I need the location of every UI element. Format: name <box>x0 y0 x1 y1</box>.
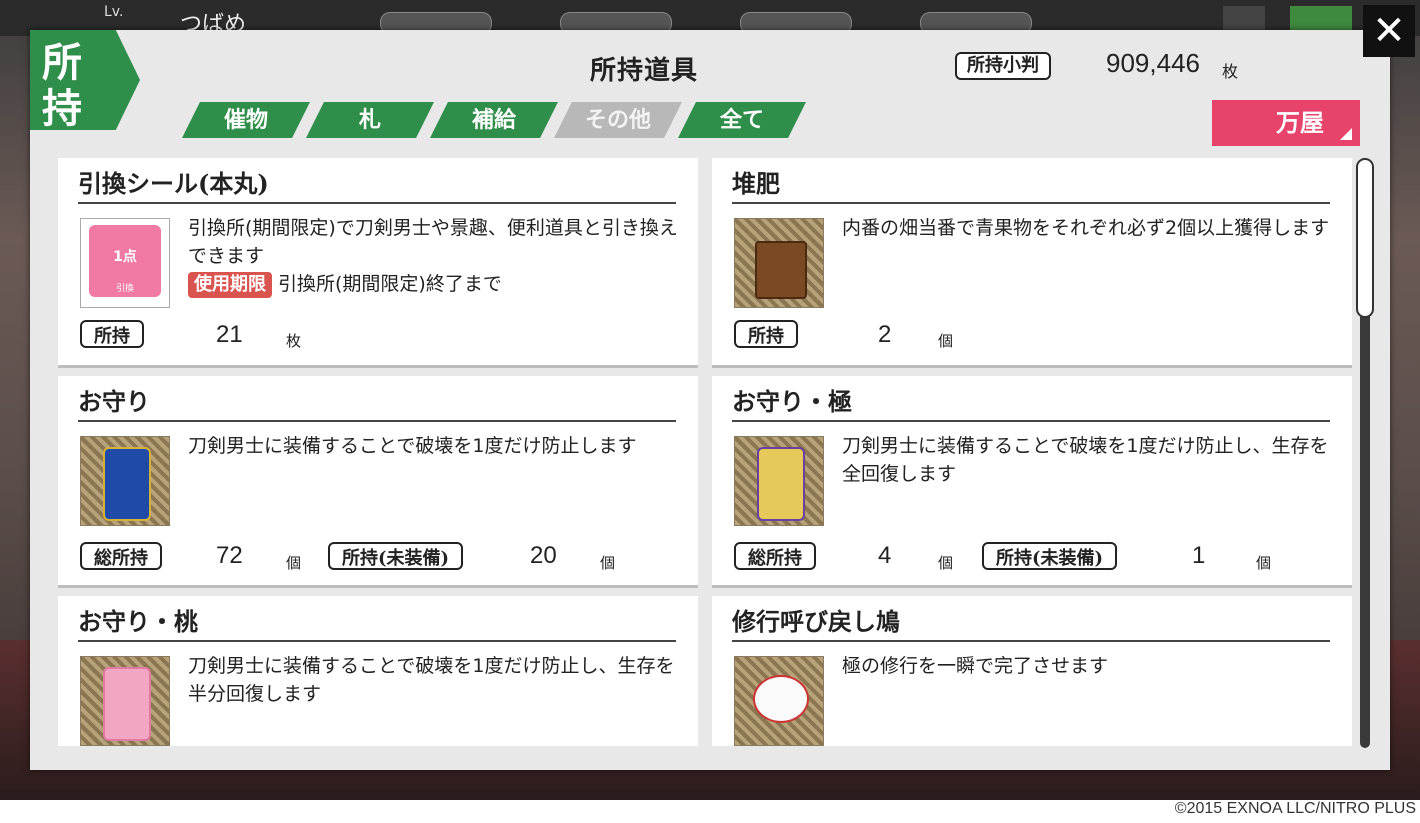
tab-events[interactable]: 催物 <box>182 102 310 138</box>
divider <box>78 420 676 422</box>
tab-fuda[interactable]: 札 <box>306 102 434 138</box>
expiry-tag: 使用期限 <box>188 272 272 298</box>
sticker-subtext: 引換 <box>115 284 134 294</box>
unequipped-label: 所持(未装備) <box>328 542 464 570</box>
owned-label: 所持 <box>734 320 798 348</box>
shop-button-label: 万屋 <box>1276 108 1324 137</box>
owned-count: 21 <box>216 321 243 348</box>
total-owned-unit: 個 <box>286 554 302 572</box>
item-description: 引換所(期間限定)で刀剣男士や景趣、便利道具と引き換えできます <box>188 217 678 267</box>
owned-items-dialog: 所 持 所持道具 所持小判 909,446 枚 催物 札 補給 その他 全て 万… <box>30 30 1390 770</box>
item-description: 極の修行を一瞬で完了させます <box>842 655 1109 677</box>
item-card[interactable]: お守り・桃 刀剣男士に装備することで破壊を1度だけ防止し、生存を半分回復します <box>58 596 698 746</box>
tab-supplies[interactable]: 補給 <box>430 102 558 138</box>
unequipped-count: 20 <box>530 542 557 569</box>
close-button[interactable]: ✕ <box>1363 5 1415 57</box>
item-name: 堆肥 <box>732 169 780 198</box>
corner-fold-icon <box>1340 128 1352 140</box>
item-description: 内番の畑当番で青果物をそれぞれ必ず2個以上獲得します <box>842 217 1330 239</box>
item-description: 刀剣男士に装備することで破壊を1度だけ防止します <box>188 435 637 457</box>
sticker-text: 1点 <box>113 249 137 265</box>
item-description: 刀剣男士に装備することで破壊を1度だけ防止し、生存を半分回復します <box>188 655 675 705</box>
item-card[interactable]: 引換シール(本丸) 1点 引換 引換所(期間限定)で刀剣男士や景趣、便利道具と引… <box>58 158 698 368</box>
item-card[interactable]: お守り 刀剣男士に装備することで破壊を1度だけ防止します 総所持 72 個 所持… <box>58 376 698 588</box>
owned-unit: 枚 <box>286 332 302 350</box>
omamori-blue-icon <box>80 436 170 526</box>
total-owned-label: 総所持 <box>80 542 162 570</box>
item-list[interactable]: 引換シール(本丸) 1点 引換 引換所(期間限定)で刀剣男士や景趣、便利道具と引… <box>58 158 1354 746</box>
tab-all[interactable]: 全て <box>678 102 806 138</box>
dialog-title: 所持道具 <box>590 56 699 86</box>
item-description: 刀剣男士に装備することで破壊を1度だけ防止し、生存を全回復します <box>842 435 1329 485</box>
recall-pigeon-icon <box>734 656 824 746</box>
item-name: お守り・桃 <box>78 607 198 636</box>
total-owned-count: 72 <box>216 542 243 569</box>
owned-label: 所持 <box>80 320 144 348</box>
pigeon-body <box>753 675 809 723</box>
omamori-body <box>757 447 805 521</box>
tab-other[interactable]: その他 <box>554 102 682 138</box>
unequipped-label: 所持(未装備) <box>982 542 1118 570</box>
copyright-text: ©2015 EXNOA LLC/NITRO PLUS <box>1174 800 1416 817</box>
expiry-text: 引換所(期間限定)終了まで <box>278 273 502 295</box>
unequipped-unit: 個 <box>600 554 616 572</box>
omamori-body <box>103 667 151 741</box>
owned-unit: 個 <box>938 332 954 350</box>
owned-count: 2 <box>878 321 892 348</box>
omamori-gold-icon <box>734 436 824 526</box>
bucket-shape <box>755 241 807 299</box>
item-name: 引換シール(本丸) <box>78 169 269 198</box>
exchange-sticker-icon: 1点 引換 <box>80 218 170 308</box>
divider <box>732 202 1330 204</box>
item-name: お守り <box>78 387 150 416</box>
scrollbar-thumb[interactable] <box>1356 158 1374 318</box>
item-card[interactable]: 堆肥 内番の畑当番で青果物をそれぞれ必ず2個以上獲得します 所持 2 個 <box>712 158 1352 368</box>
item-name: 修行呼び戻し鳩 <box>732 607 900 636</box>
divider <box>732 420 1330 422</box>
divider <box>78 640 676 642</box>
item-card[interactable]: お守り・極 刀剣男士に装備することで破壊を1度だけ防止し、生存を全回復します 総… <box>712 376 1352 588</box>
total-owned-unit: 個 <box>938 554 954 572</box>
compost-bucket-icon <box>734 218 824 308</box>
expiry-row: 使用期限 引換所(期間限定)終了まで <box>188 270 688 298</box>
close-icon: ✕ <box>1372 8 1406 54</box>
category-badge: 所 持 <box>30 30 140 132</box>
koban-label: 所持小判 <box>955 52 1051 80</box>
total-owned-count: 4 <box>878 542 892 569</box>
unequipped-unit: 個 <box>1256 554 1272 572</box>
omamori-pink-icon <box>80 656 170 746</box>
omamori-body <box>103 447 151 521</box>
divider <box>78 202 676 204</box>
koban-unit: 枚 <box>1222 62 1239 81</box>
player-level-label: Lv. <box>104 4 124 20</box>
unequipped-count: 1 <box>1192 542 1206 569</box>
divider <box>732 640 1330 642</box>
total-owned-label: 総所持 <box>734 542 816 570</box>
yorozuya-shop-button[interactable]: 万屋 <box>1212 100 1360 146</box>
koban-value: 909,446 <box>1106 48 1200 78</box>
item-card[interactable]: 修行呼び戻し鳩 極の修行を一瞬で完了させます <box>712 596 1352 746</box>
item-name: お守り・極 <box>732 387 852 416</box>
badge-char-2: 持 <box>42 85 82 132</box>
item-description-block: 引換所(期間限定)で刀剣男士や景趣、便利道具と引き換えできます 使用期限 引換所(… <box>188 214 688 298</box>
